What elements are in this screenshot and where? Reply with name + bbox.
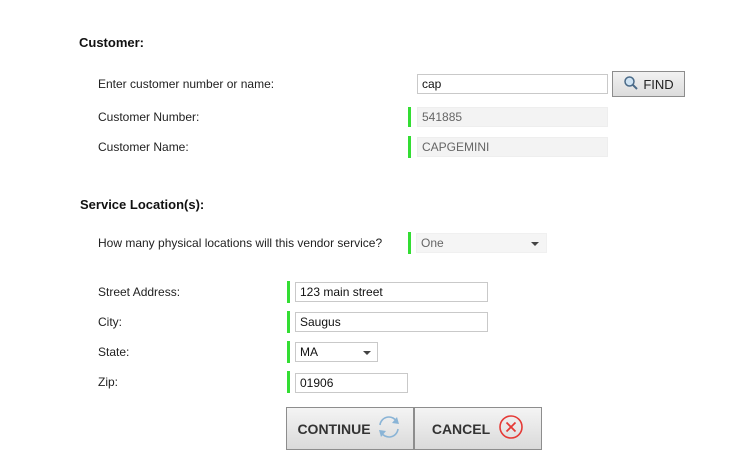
cancel-button[interactable]: CANCEL [414,407,542,450]
required-indicator [408,232,411,254]
customer-name-label: Customer Name: [98,140,189,154]
customer-section-title: Customer: [79,35,145,50]
cancel-button-label: CANCEL [431,420,491,437]
continue-button-label: CONTINUE [297,420,371,437]
city-label: City: [98,315,122,329]
state-label: State: [98,345,130,359]
state-select-value: MA [300,345,318,359]
required-indicator [287,281,290,303]
continue-button[interactable]: CONTINUE [286,407,414,450]
magnifier-icon [623,75,639,94]
required-indicator [408,136,411,158]
customer-search-label: Enter customer number or name: [98,77,275,91]
locations-select-value: One [421,236,444,250]
zip-input[interactable] [295,373,408,393]
chevron-down-icon [363,351,371,355]
chevron-down-icon [531,242,539,246]
customer-search-input[interactable] [417,74,608,94]
refresh-icon [375,413,403,444]
customer-name-field: CAPGEMINI [417,137,608,157]
required-indicator [408,107,411,127]
street-input[interactable] [295,282,488,302]
customer-number-label: Customer Number: [98,110,200,124]
city-input[interactable] [295,312,488,332]
service-section-title: Service Location(s): [80,197,205,212]
zip-label: Zip: [98,375,119,389]
required-indicator [287,371,290,393]
customer-number-field: 541885 [417,107,608,127]
state-select[interactable]: MA [295,342,378,362]
find-button-label: FIND [643,76,674,92]
required-indicator [287,311,290,333]
find-button[interactable]: FIND [612,71,685,97]
street-label: Street Address: [98,285,181,299]
locations-select[interactable]: One [416,233,547,253]
close-circle-icon [498,414,524,443]
required-indicator [287,341,290,363]
locations-question-label: How many physical locations will this ve… [98,236,383,250]
